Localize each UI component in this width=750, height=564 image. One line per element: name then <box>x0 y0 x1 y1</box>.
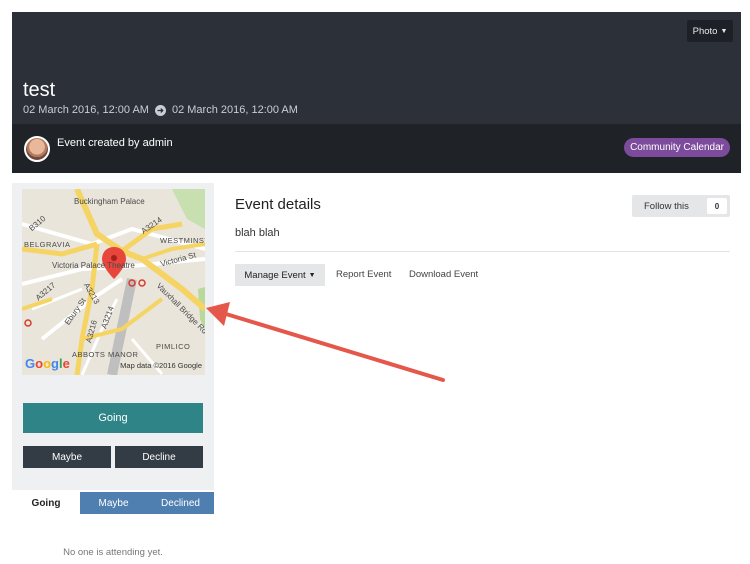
annotation-arrow-icon <box>206 302 445 382</box>
event-page: Photo ▼ test 02 March 2016, 12:00 AM ➜ 0… <box>0 0 750 564</box>
